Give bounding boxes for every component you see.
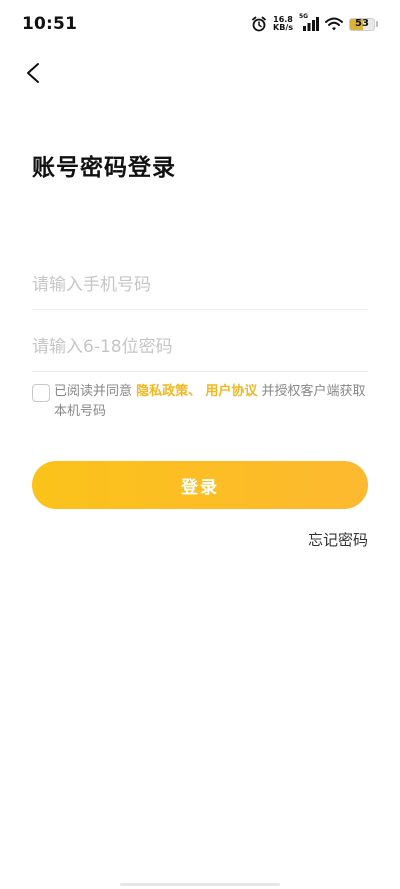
status-bar: 10:51 16.8 KB/s 5G 53 xyxy=(0,0,400,48)
signal-icon: 5G xyxy=(299,13,319,32)
chevron-left-icon xyxy=(27,63,39,83)
alarm-icon xyxy=(252,16,266,32)
agreement-text: 已阅读并同意 隐私政策、 用户协议 并授权客户端获取本机号码 xyxy=(54,382,368,422)
password-field xyxy=(32,322,368,372)
wifi-icon xyxy=(325,17,343,31)
status-icons: 16.8 KB/s 5G 53 xyxy=(251,13,378,35)
net-speed: 16.8 KB/s xyxy=(273,16,293,32)
agreement-prefix: 已阅读并同意 xyxy=(54,384,133,399)
privacy-policy-link[interactable]: 隐私政策 xyxy=(136,384,188,399)
phone-field xyxy=(32,260,368,310)
home-indicator[interactable] xyxy=(120,883,280,886)
agreement: 已阅读并同意 隐私政策、 用户协议 并授权客户端获取本机号码 xyxy=(32,382,368,422)
battery-icon: 53 xyxy=(349,17,375,31)
battery-level: 53 xyxy=(355,17,369,29)
battery-cap xyxy=(376,21,378,27)
net-speed-unit: KB/s xyxy=(273,23,293,32)
forgot-password-link[interactable]: 忘记密码 xyxy=(308,529,368,550)
login-button[interactable]: 登录 xyxy=(32,461,368,509)
back-button[interactable] xyxy=(18,58,48,88)
page-title: 账号密码登录 xyxy=(32,155,176,181)
status-time: 10:51 xyxy=(22,14,78,34)
password-input[interactable] xyxy=(32,322,368,371)
agreement-checkbox[interactable] xyxy=(32,384,50,402)
user-agreement-link[interactable]: 用户协议 xyxy=(205,384,257,399)
network-type: 5G xyxy=(299,13,309,20)
phone-input[interactable] xyxy=(32,260,368,309)
agreement-separator: 、 xyxy=(188,384,202,399)
